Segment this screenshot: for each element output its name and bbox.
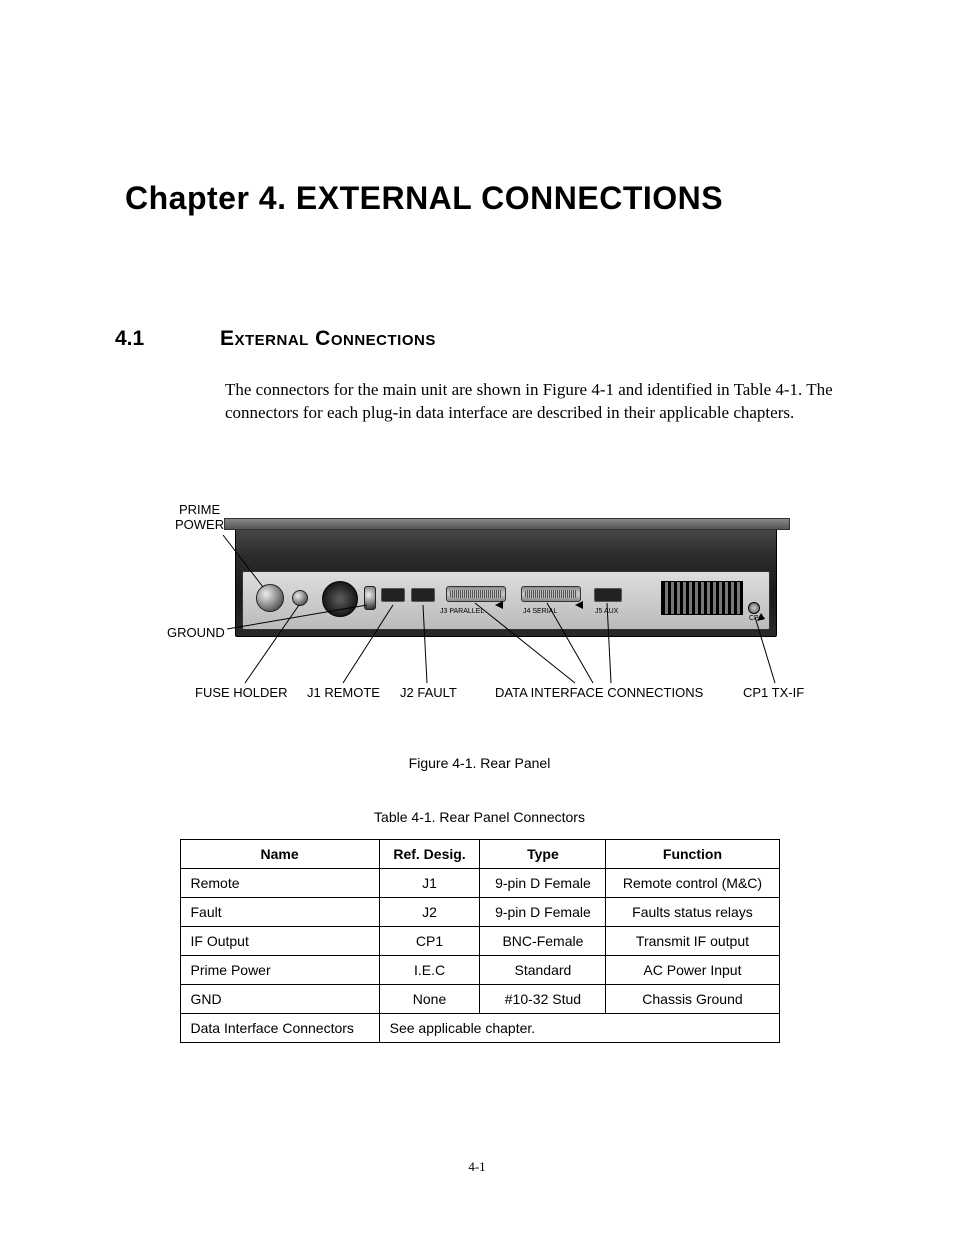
cell-name: Fault [180, 897, 379, 926]
section-name: External Connections [220, 327, 436, 351]
cp1-bnc-icon [748, 602, 760, 614]
j2-fault-port [411, 588, 435, 602]
table-row: Remote J1 9-pin D Female Remote control … [180, 868, 779, 897]
chapter-title: Chapter 4. EXTERNAL CONNECTIONS [125, 180, 844, 217]
cell-name: Data Interface Connectors [180, 1013, 379, 1042]
port-label-j5: J5 AUX [595, 608, 618, 615]
connectors-table: Name Ref. Desig. Type Function Remote J1… [180, 839, 780, 1043]
figure-rear-panel: J3 PARALLEL J4 SERIAL J5 AUX CP1 PRIME P… [115, 485, 844, 735]
col-type: Type [480, 839, 606, 868]
col-ref: Ref. Desig. [379, 839, 480, 868]
cell-func: Transmit IF output [606, 926, 779, 955]
callout-data-interface: DATA INTERFACE CONNECTIONS [495, 685, 703, 700]
j4-serial-port [521, 586, 581, 602]
j1-remote-port [381, 588, 405, 602]
j5-aux-port [594, 588, 622, 602]
device-chassis [235, 525, 777, 637]
callout-ground: GROUND [167, 625, 225, 640]
col-name: Name [180, 839, 379, 868]
cell-type: 9-pin D Female [480, 897, 606, 926]
figure-caption: Figure 4-1. Rear Panel [115, 755, 844, 771]
fan-icon [322, 581, 358, 617]
cell-name: IF Output [180, 926, 379, 955]
cell-ref: I.E.C [379, 955, 480, 984]
cell-ref: None [379, 984, 480, 1013]
vent-grille-icon [661, 581, 743, 615]
callout-fuse-holder: FUSE HOLDER [195, 685, 287, 700]
cell-type: 9-pin D Female [480, 868, 606, 897]
port-label-cp1: CP1 [749, 615, 763, 622]
table-header-row: Name Ref. Desig. Type Function [180, 839, 779, 868]
port-label-j3: J3 PARALLEL [440, 608, 484, 615]
table-caption: Table 4-1. Rear Panel Connectors [115, 809, 844, 825]
cell-name: Remote [180, 868, 379, 897]
cell-ref: J2 [379, 897, 480, 926]
port-label-j4: J4 SERIAL [523, 608, 557, 615]
body-paragraph: The connectors for the main unit are sho… [225, 379, 844, 425]
cell-note: See applicable chapter. [379, 1013, 779, 1042]
callout-j2-fault: J2 FAULT [400, 685, 457, 700]
document-page: Chapter 4. EXTERNAL CONNECTIONS 4.1 Exte… [0, 0, 954, 1235]
callout-j1-remote: J1 REMOTE [307, 685, 380, 700]
callout-cp1-txif: CP1 TX-IF [743, 685, 804, 700]
cell-type: BNC-Female [480, 926, 606, 955]
table-row: Prime Power I.E.C Standard AC Power Inpu… [180, 955, 779, 984]
table-row: IF Output CP1 BNC-Female Transmit IF out… [180, 926, 779, 955]
page-number: 4-1 [0, 1159, 954, 1175]
cell-func: Faults status relays [606, 897, 779, 926]
cell-type: Standard [480, 955, 606, 984]
power-inlet-icon [256, 584, 284, 612]
cell-func: Chassis Ground [606, 984, 779, 1013]
ground-stud-icon [364, 586, 376, 610]
fuse-holder-icon [292, 590, 308, 606]
section-number: 4.1 [115, 327, 220, 351]
cell-ref: J1 [379, 868, 480, 897]
col-func: Function [606, 839, 779, 868]
table-row: Fault J2 9-pin D Female Faults status re… [180, 897, 779, 926]
j3-parallel-port [446, 586, 506, 602]
callout-prime-power: PRIME POWER [175, 503, 224, 533]
cell-func: Remote control (M&C) [606, 868, 779, 897]
callout-text: PRIME POWER [175, 502, 224, 532]
cell-ref: CP1 [379, 926, 480, 955]
cell-func: AC Power Input [606, 955, 779, 984]
cell-type: #10-32 Stud [480, 984, 606, 1013]
cell-name: GND [180, 984, 379, 1013]
section-heading: 4.1 External Connections [115, 327, 844, 351]
table-row-last: Data Interface Connectors See applicable… [180, 1013, 779, 1042]
table-row: GND None #10-32 Stud Chassis Ground [180, 984, 779, 1013]
cell-name: Prime Power [180, 955, 379, 984]
